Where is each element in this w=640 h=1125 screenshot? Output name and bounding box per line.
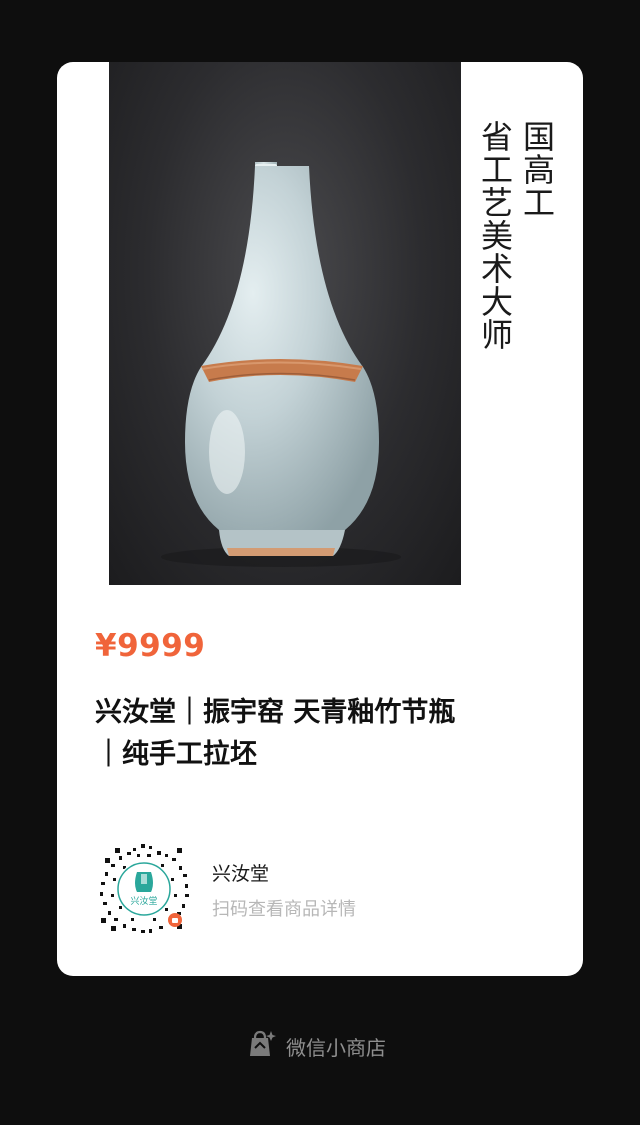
caption-column-1: 国高工	[518, 120, 556, 219]
qr-code[interactable]: 兴汝堂	[97, 842, 191, 936]
vertical-caption: 国高工 省工艺美术大师	[476, 120, 556, 351]
price: ¥9999	[95, 628, 206, 664]
footer-label: 微信小商店	[286, 1035, 386, 1060]
product-title-line-2: ｜纯手工拉坯	[95, 739, 257, 770]
store-name: 兴汝堂	[212, 863, 270, 885]
qr-logo-text: 兴汝堂	[130, 895, 157, 907]
scan-hint: 扫码查看商品详情	[212, 899, 356, 920]
product-title-line-1: 兴汝堂｜振宇窑 天青釉竹节瓶	[95, 697, 456, 728]
product-card[interactable]: 国高工 省工艺美术大师 ¥9999 兴汝堂｜振宇窑 天青釉竹节瓶 ｜纯手工拉坯	[57, 62, 583, 976]
product-title: 兴汝堂｜振宇窑 天青釉竹节瓶 ｜纯手工拉坯	[95, 692, 555, 776]
caption-column-2: 省工艺美术大师	[476, 120, 514, 351]
product-photo	[109, 62, 461, 585]
vase-illustration	[161, 162, 401, 567]
footer-brand: 微信小商店	[246, 1030, 386, 1062]
shopping-bag-icon	[246, 1029, 276, 1063]
